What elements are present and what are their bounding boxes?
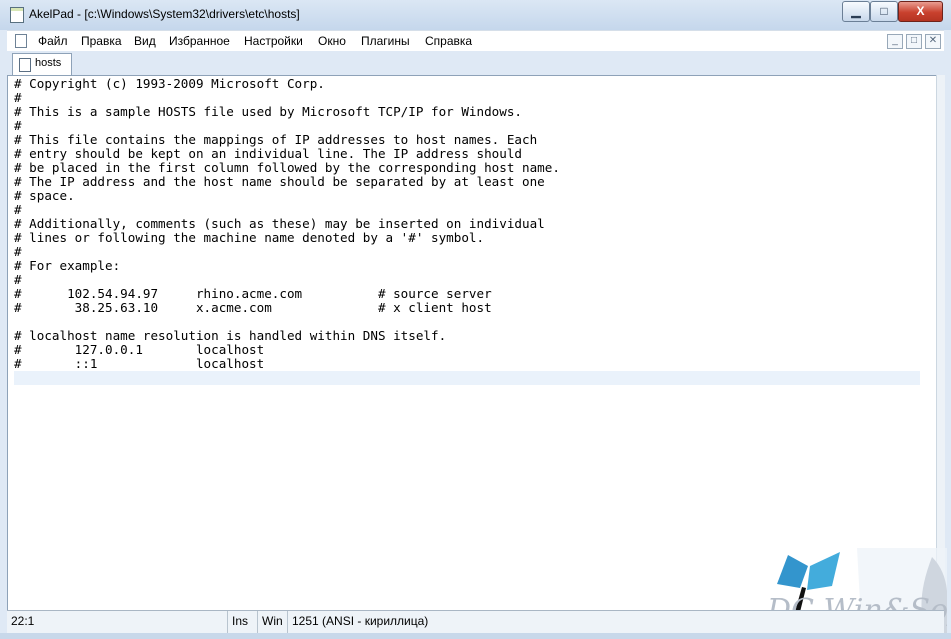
title-bar[interactable]: AkelPad - [c:\Windows\System32\drivers\e… <box>0 0 951 30</box>
editor-line: # <box>14 244 22 259</box>
editor-line: # <box>14 272 22 287</box>
encoding[interactable]: 1251 (ANSI - кириллица) <box>288 611 468 633</box>
editor-line: # For example: <box>14 258 121 273</box>
editor-line: # This file contains the mappings of IP … <box>14 132 538 147</box>
editor-line: # Copyright (c) 1993-2009 Microsoft Corp… <box>14 76 325 91</box>
tab-label: hosts <box>35 57 62 69</box>
mdi-close-button[interactable]: ✕ <box>925 34 941 49</box>
insert-mode[interactable]: Ins <box>228 611 258 633</box>
menu-edit[interactable]: Правка <box>81 34 122 48</box>
editor-line: # 127.0.0.1 localhost <box>14 342 265 357</box>
status-bar: 22:1 Ins Win 1251 (ANSI - кириллица) <box>7 610 944 634</box>
maximize-button[interactable]: □ <box>870 1 898 22</box>
tab-hosts[interactable]: hosts <box>12 53 72 75</box>
vertical-scrollbar[interactable] <box>936 75 945 610</box>
cursor-position: 22:1 <box>7 611 228 633</box>
close-button[interactable]: X <box>898 1 943 22</box>
mdi-minimize-button[interactable]: _ <box>887 34 903 49</box>
editor-line: # ::1 localhost <box>14 356 265 371</box>
newline-format[interactable]: Win <box>258 611 288 633</box>
akelpad-window: AkelPad - [c:\Windows\System32\drivers\e… <box>0 0 951 639</box>
minimize-button[interactable]: ▁ <box>842 1 870 22</box>
mdi-restore-button[interactable]: □ <box>906 34 922 49</box>
editor-line: # lines or following the machine name de… <box>14 230 485 245</box>
menu-view[interactable]: Вид <box>134 34 156 48</box>
editor-line: # 38.25.63.10 x.acme.com # x client host <box>14 300 492 315</box>
document-tabs: hosts <box>7 51 944 75</box>
editor-line: # The IP address and the host name shoul… <box>14 174 545 189</box>
window-title: AkelPad - [c:\Windows\System32\drivers\e… <box>29 7 300 21</box>
editor-line: # <box>14 202 22 217</box>
menu-window[interactable]: Окно <box>318 34 346 48</box>
editor-line: # Additionally, comments (such as these)… <box>14 216 545 231</box>
menu-plugins[interactable]: Плагины <box>361 34 410 48</box>
document-icon <box>15 34 27 48</box>
text-editor[interactable]: # Copyright (c) 1993-2009 Microsoft Corp… <box>7 75 937 611</box>
editor-line: # This is a sample HOSTS file used by Mi… <box>14 104 522 119</box>
menu-bar: Файл Правка Вид Избранное Настройки Окно… <box>7 30 944 52</box>
menu-favorites[interactable]: Избранное <box>169 34 230 48</box>
window-frame-bottom <box>0 633 951 639</box>
editor-line: # <box>14 90 22 105</box>
editor-line: # entry should be kept on an individual … <box>14 146 522 161</box>
current-line-highlight <box>14 371 920 385</box>
editor-line: # <box>14 118 22 133</box>
editor-line: # localhost name resolution is handled w… <box>14 328 447 343</box>
editor-line: # 102.54.94.97 rhino.acme.com # source s… <box>14 286 492 301</box>
akelpad-app-icon <box>10 7 24 23</box>
menu-settings[interactable]: Настройки <box>244 34 303 48</box>
menu-help[interactable]: Справка <box>425 34 472 48</box>
menu-file[interactable]: Файл <box>38 34 68 48</box>
file-icon <box>19 58 31 72</box>
editor-line: # space. <box>14 188 75 203</box>
editor-line: # be placed in the first column followed… <box>14 160 560 175</box>
